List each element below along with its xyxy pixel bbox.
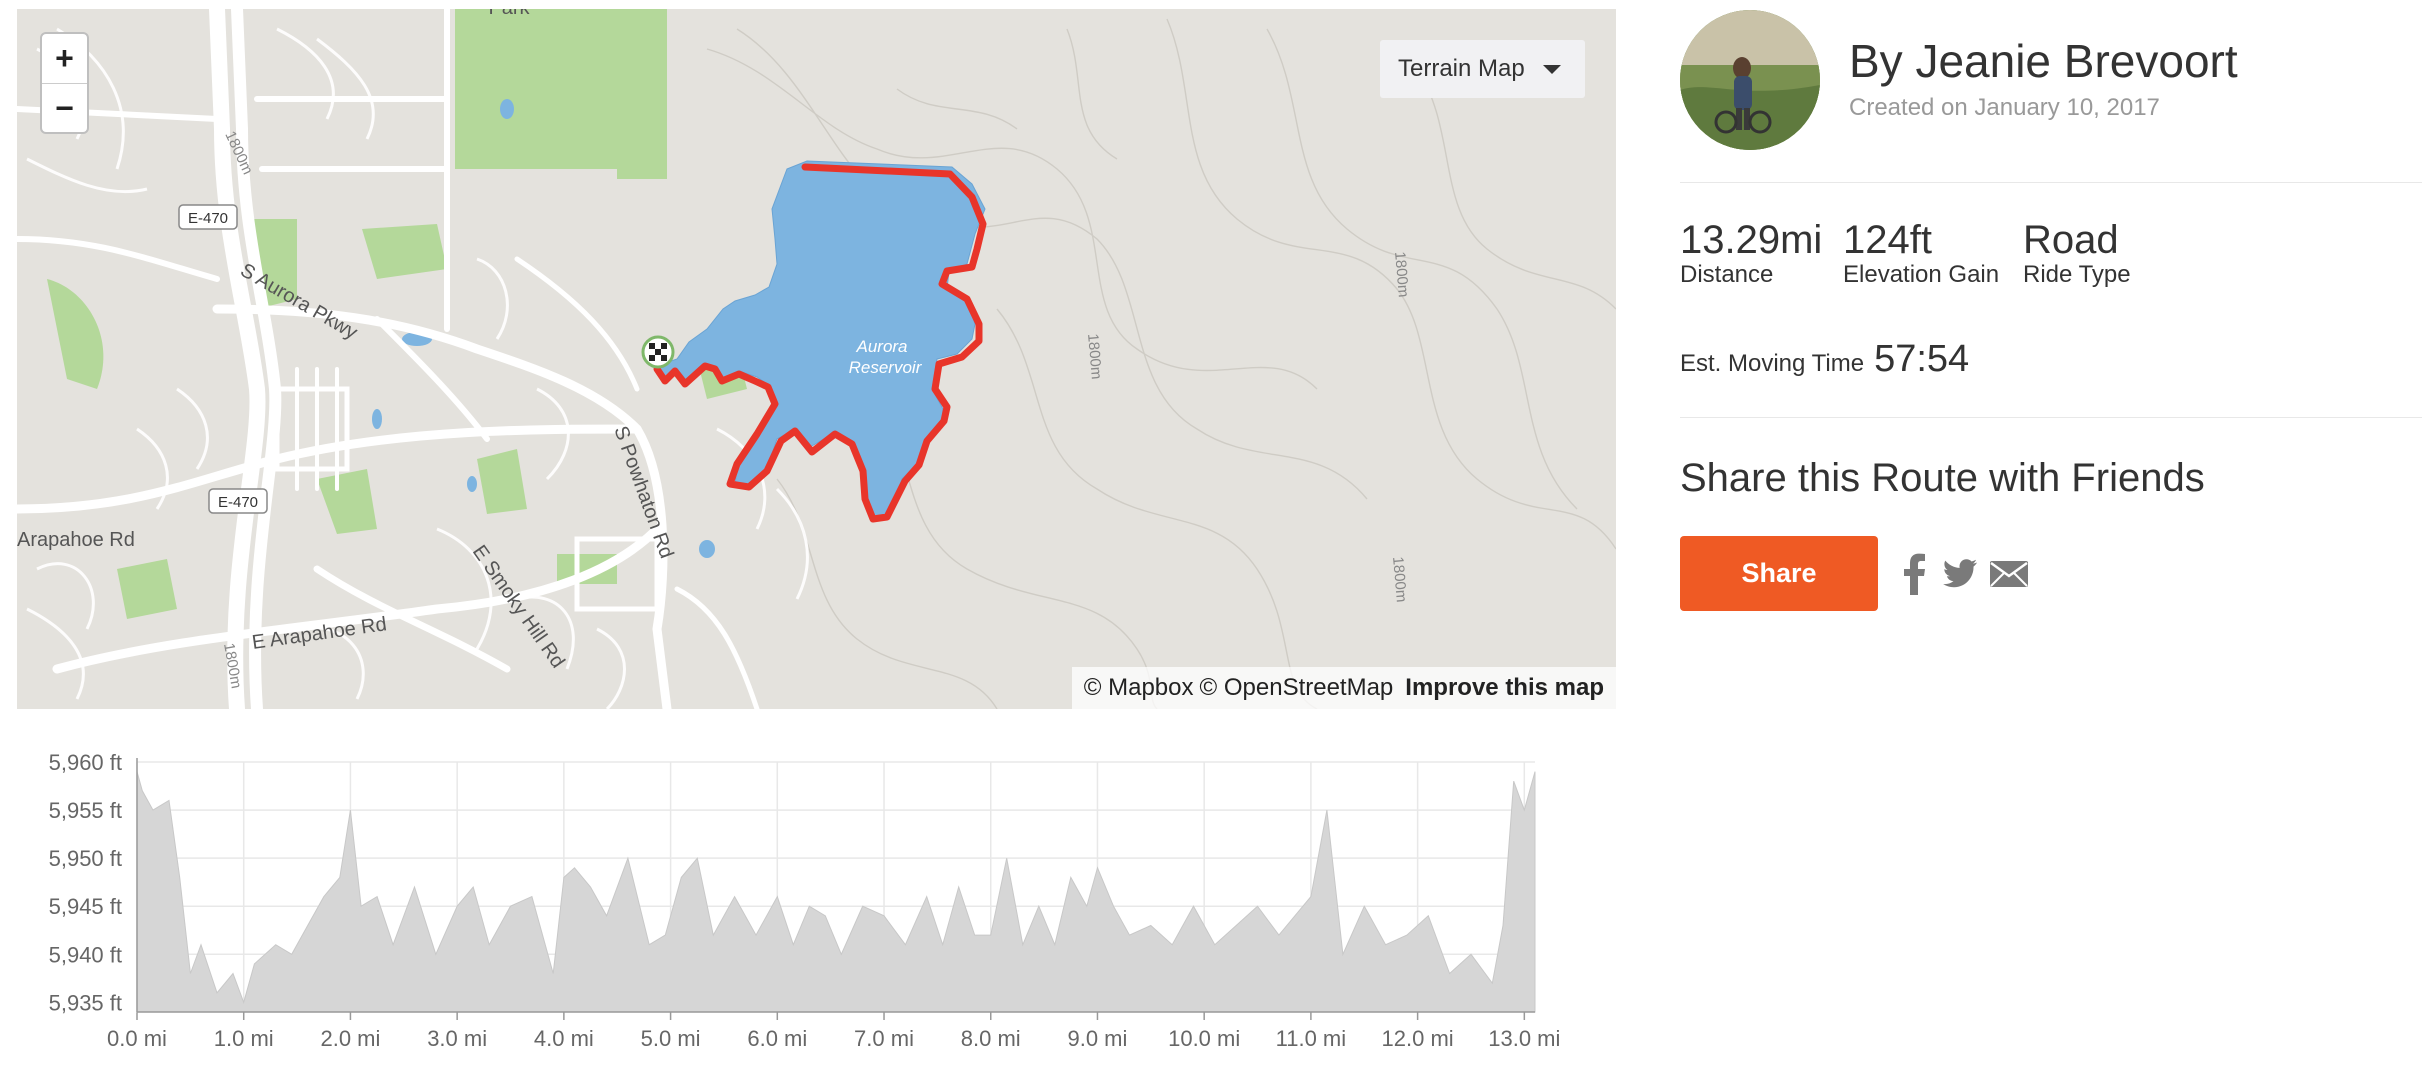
- osm-attribution-link[interactable]: © OpenStreetMap: [1200, 674, 1394, 702]
- caret-down-icon: [1542, 64, 1561, 74]
- label-reservoir-1: Aurora: [855, 337, 907, 356]
- y-tick-label: 5,950 ft: [49, 846, 122, 871]
- improve-map-link[interactable]: Improve this map: [1405, 674, 1604, 702]
- email-icon[interactable]: [1989, 553, 2029, 595]
- divider: [1680, 182, 2422, 183]
- facebook-icon[interactable]: [1902, 553, 1926, 595]
- twitter-icon[interactable]: [1942, 553, 1978, 595]
- x-tick-label: 9.0 mi: [1067, 1026, 1127, 1051]
- map-layer-select[interactable]: Terrain Map: [1380, 40, 1585, 98]
- zoom-control: + −: [40, 32, 89, 134]
- created-date: Created on January 10, 2017: [1849, 94, 2160, 121]
- stat-elevation: 124ft Elevation Gain: [1843, 218, 1999, 289]
- elevation-area: [136, 771, 1536, 1013]
- distance-label: Distance: [1680, 261, 1774, 288]
- x-tick-label: 13.0 mi: [1488, 1026, 1560, 1051]
- stat-ride-type: Road Ride Type: [2023, 218, 2131, 289]
- x-tick-label: 1.0 mi: [214, 1026, 274, 1051]
- ride-type-value: Road: [2023, 218, 2119, 262]
- elevation-value: 124ft: [1843, 218, 1932, 262]
- x-tick-label: 8.0 mi: [961, 1026, 1021, 1051]
- x-tick-label: 0.0 mi: [107, 1026, 167, 1051]
- author-name[interactable]: By Jeanie Brevoort: [1849, 34, 2238, 88]
- ride-type-label: Ride Type: [2023, 261, 2131, 288]
- y-tick-label: 5,945 ft: [49, 894, 122, 919]
- x-tick-label: 4.0 mi: [534, 1026, 594, 1051]
- divider: [1680, 417, 2422, 418]
- label-e470-bottom: E-470: [218, 494, 258, 511]
- stat-distance: 13.29mi Distance: [1680, 218, 1822, 289]
- label-arapahoe-rd: Arapahoe Rd: [17, 529, 135, 551]
- route-info-panel: By Jeanie Brevoort Created on January 10…: [1680, 0, 2422, 700]
- route-map[interactable]: Park E-470 E-470 S Aurora Pkwy Arapahoe …: [17, 9, 1616, 709]
- zoom-in-button[interactable]: +: [42, 34, 87, 84]
- label-reservoir-2: Reservoir: [849, 358, 923, 377]
- share-heading: Share this Route with Friends: [1680, 456, 2205, 500]
- x-tick-label: 3.0 mi: [427, 1026, 487, 1051]
- moving-time: Est. Moving Time 57:54: [1680, 338, 1969, 381]
- y-tick-label: 5,940 ft: [49, 942, 122, 967]
- x-tick-label: 11.0 mi: [1276, 1026, 1347, 1051]
- x-tick-label: 5.0 mi: [641, 1026, 701, 1051]
- label-park: Park: [488, 9, 530, 19]
- moving-time-value: 57:54: [1874, 338, 1970, 380]
- y-tick-label: 5,935 ft: [49, 990, 122, 1015]
- x-tick-label: 6.0 mi: [747, 1026, 807, 1051]
- x-tick-label: 12.0 mi: [1382, 1026, 1454, 1051]
- x-tick-label: 10.0 mi: [1168, 1026, 1240, 1051]
- moving-time-label: Est. Moving Time: [1680, 350, 1865, 377]
- y-tick-label: 5,955 ft: [49, 798, 122, 823]
- mapbox-attribution-link[interactable]: © Mapbox: [1084, 674, 1194, 702]
- elevation-chart[interactable]: 5,960 ft 5,955 ft 5,950 ft 5,945 ft 5,940 ft…: [0, 740, 1560, 1080]
- author-avatar[interactable]: [1680, 10, 1820, 150]
- y-tick-labels: 5,960 ft 5,955 ft 5,950 ft 5,945 ft 5,940 ft…: [49, 750, 122, 1015]
- map-layer-select-label: Terrain Map: [1398, 55, 1525, 82]
- avatar-photo: [1680, 10, 1820, 150]
- share-button[interactable]: Share: [1680, 536, 1878, 611]
- elevation-label: Elevation Gain: [1843, 261, 2000, 288]
- y-tick-label: 5,960 ft: [49, 750, 122, 775]
- x-tick-label: 2.0 mi: [320, 1026, 380, 1051]
- map-canvas[interactable]: Park E-470 E-470 S Aurora Pkwy Arapahoe …: [17, 9, 1616, 709]
- distance-value: 13.29mi: [1680, 218, 1823, 262]
- zoom-out-button[interactable]: −: [42, 84, 87, 133]
- start-finish-marker[interactable]: [641, 335, 675, 369]
- x-tick-label: 7.0 mi: [854, 1026, 914, 1051]
- map-attribution: © Mapbox © OpenStreetMap Improve this ma…: [1071, 667, 1616, 709]
- x-tick-labels: 0.0 mi 1.0 mi 2.0 mi 3.0 mi 4.0 mi 5.0 mi 6.0 …: [107, 1026, 1560, 1051]
- label-e470-top: E-470: [188, 210, 228, 227]
